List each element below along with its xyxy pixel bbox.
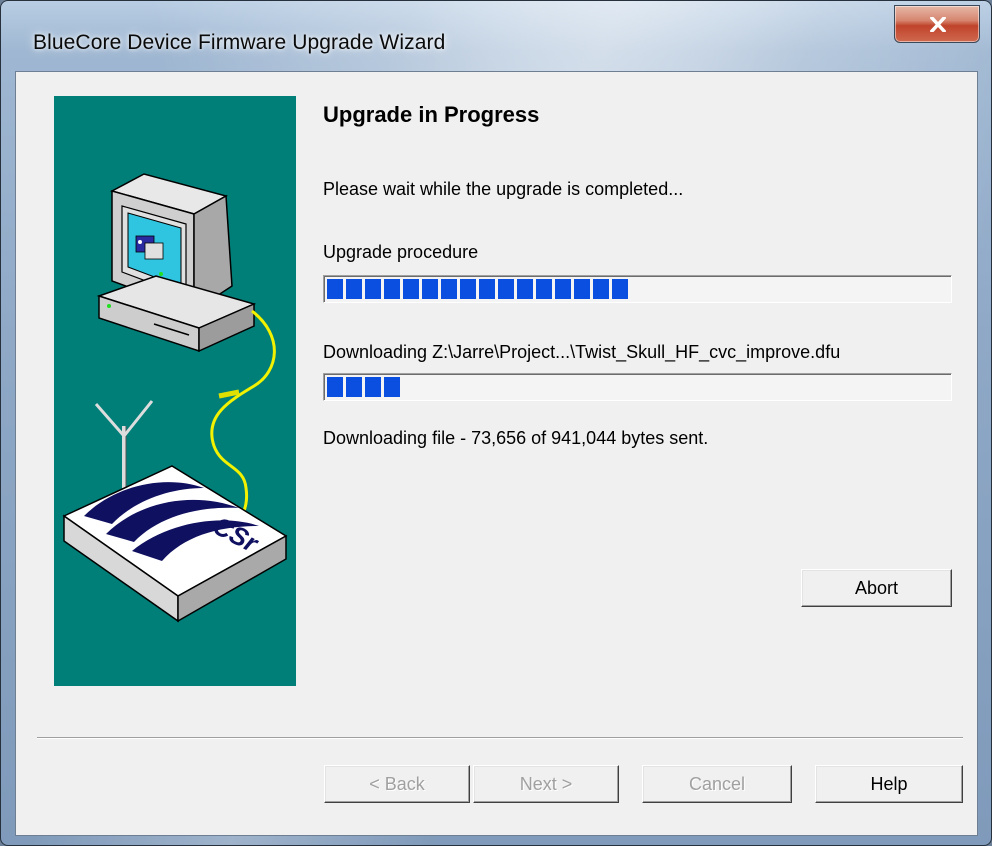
cancel-button[interactable]: Cancel (642, 765, 792, 803)
antenna-icon (94, 400, 154, 488)
page-title: Upgrade in Progress (323, 102, 540, 127)
procedure-label: Upgrade procedure (323, 242, 479, 262)
window-frame: BlueCore Device Firmware Upgrade Wizard (0, 0, 992, 846)
file-progress-bar (323, 373, 952, 401)
wizard-client-area: CSr Upgrade in Progress Please wait whil… (15, 71, 978, 836)
close-button[interactable] (894, 5, 980, 43)
download-file-label: Downloading Z:\Jarre\Project...\Twist_Sk… (323, 342, 841, 362)
file-progress-fill (327, 377, 400, 397)
window-title: BlueCore Device Firmware Upgrade Wizard (33, 31, 446, 54)
wait-message: Please wait while the upgrade is complet… (323, 179, 684, 199)
csr-device-icon: CSr (62, 465, 288, 623)
wizard-illustration: CSr (54, 96, 296, 686)
procedure-progress-fill (327, 279, 628, 299)
back-button[interactable]: < Back (324, 765, 470, 803)
procedure-progress-bar (323, 275, 952, 303)
help-button[interactable]: Help (815, 765, 963, 803)
close-icon (930, 17, 946, 32)
footer-separator (37, 737, 963, 739)
next-button[interactable]: Next > (473, 765, 619, 803)
computer-icon (96, 173, 257, 353)
device-illustration-graphic: CSr (62, 173, 288, 623)
abort-button[interactable]: Abort (801, 569, 952, 607)
download-status: Downloading file - 73,656 of 941,044 byt… (323, 428, 709, 448)
